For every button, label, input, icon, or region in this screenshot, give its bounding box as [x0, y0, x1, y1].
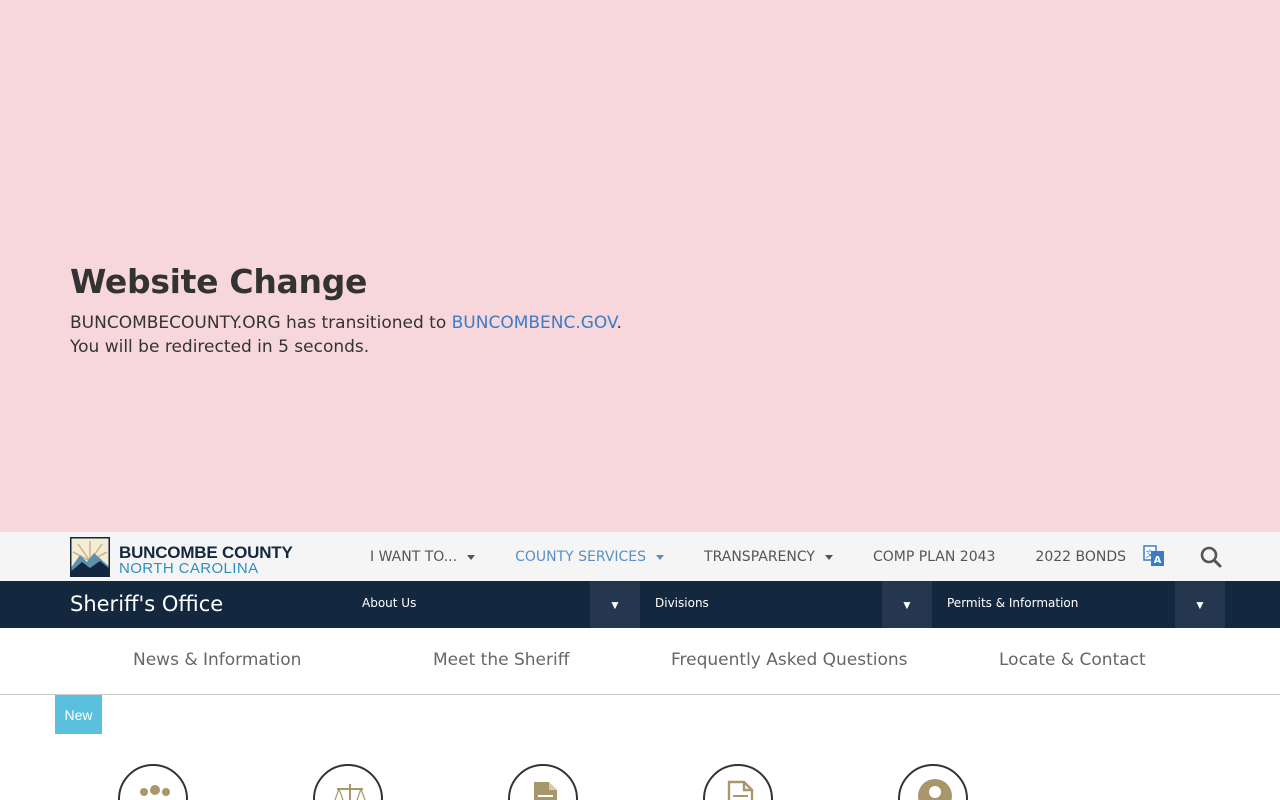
dept-menu-about-us-toggle[interactable]: ▼ — [590, 581, 640, 628]
scales-icon[interactable] — [313, 764, 383, 800]
nav-county-services[interactable]: COUNTY SERVICES — [495, 532, 684, 582]
nav-bonds[interactable]: 2022 BONDS — [1015, 532, 1146, 582]
mountain-logo-icon — [70, 537, 110, 577]
dept-menu-permits[interactable]: Permits & Information ▼ — [947, 581, 1225, 628]
dept-menu-about-us[interactable]: About Us ▼ — [362, 581, 640, 628]
scales-icon-graphic — [334, 784, 366, 800]
notice-message-prefix: BUNCOMBECOUNTY.ORG has transitioned to — [70, 313, 452, 333]
nav-i-want-to[interactable]: I WANT TO... — [350, 532, 495, 582]
new-badge: New — [55, 695, 102, 734]
notice-title: Website Change — [70, 262, 368, 301]
nav-i-want-to-label: I WANT TO... — [370, 549, 458, 565]
notice-message: BUNCOMBECOUNTY.ORG has transitioned to B… — [70, 313, 622, 333]
person-icon[interactable] — [898, 764, 968, 800]
subnav-news-information[interactable]: News & Information — [133, 650, 301, 670]
main-navigation: I WANT TO... COUNTY SERVICES TRANSPARENC… — [350, 532, 1146, 582]
dept-menu-divisions-toggle[interactable]: ▼ — [882, 581, 932, 628]
triangle-down-icon: ▼ — [1194, 597, 1206, 612]
caret-down-icon — [656, 554, 665, 560]
document-icon-graphic — [534, 782, 557, 800]
nav-county-services-label: COUNTY SERVICES — [515, 549, 647, 565]
logo-title: BUNCOMBE COUNTY — [119, 543, 293, 562]
logo-subtitle: NORTH CAROLINA — [119, 560, 259, 577]
person-icon-graphic — [918, 779, 952, 800]
buncombenc-gov-link[interactable]: BUNCOMBENC.GOV — [452, 313, 617, 333]
people-icon[interactable] — [118, 764, 188, 800]
nav-comp-plan-label: COMP PLAN 2043 — [872, 549, 996, 565]
website-change-notice: Website Change BUNCOMBECOUNTY.ORG has tr… — [0, 0, 1280, 531]
subnav-faq[interactable]: Frequently Asked Questions — [671, 650, 908, 670]
dept-menu-permits-label: Permits & Information — [947, 596, 1079, 610]
nav-bonds-label: 2022 BONDS — [1035, 549, 1127, 565]
subnav-locate-contact[interactable]: Locate & Contact — [999, 650, 1146, 670]
form-icon-graphic — [727, 780, 754, 800]
subnav-meet-the-sheriff[interactable]: Meet the Sheriff — [433, 650, 569, 670]
triangle-down-icon: ▼ — [609, 597, 621, 612]
department-title: Sheriff's Office — [70, 592, 224, 616]
search-icon[interactable] — [1199, 545, 1223, 569]
notice-message-suffix: . — [616, 313, 622, 333]
nav-transparency-label: TRANSPARENCY — [704, 549, 815, 565]
nav-comp-plan[interactable]: COMP PLAN 2043 — [853, 532, 1015, 582]
caret-down-icon — [467, 554, 476, 560]
translate-icon[interactable]: 文 A — [1143, 545, 1165, 567]
site-header: BUNCOMBE COUNTY NORTH CAROLINA I WANT TO… — [0, 531, 1280, 581]
dept-menu-divisions[interactable]: Divisions ▼ — [655, 581, 932, 628]
redirect-message: You will be redirected in 5 seconds. — [70, 337, 370, 357]
county-logo[interactable]: BUNCOMBE COUNTY NORTH CAROLINA — [70, 537, 310, 577]
triangle-down-icon: ▼ — [901, 597, 913, 612]
nav-transparency[interactable]: TRANSPARENCY — [684, 532, 853, 582]
svg-text:A: A — [1154, 555, 1162, 566]
dept-menu-divisions-label: Divisions — [655, 596, 709, 610]
people-icon-graphic — [140, 785, 170, 796]
department-bar: Sheriff's Office About Us ▼ Divisions ▼ … — [0, 581, 1280, 628]
sheriff-subnav: News & Information Meet the Sheriff Freq… — [0, 628, 1280, 695]
document-icon[interactable] — [508, 764, 578, 800]
dept-menu-about-us-label: About Us — [362, 596, 417, 610]
caret-down-icon — [824, 554, 833, 560]
form-icon[interactable] — [703, 764, 773, 800]
dept-menu-permits-toggle[interactable]: ▼ — [1175, 581, 1225, 628]
